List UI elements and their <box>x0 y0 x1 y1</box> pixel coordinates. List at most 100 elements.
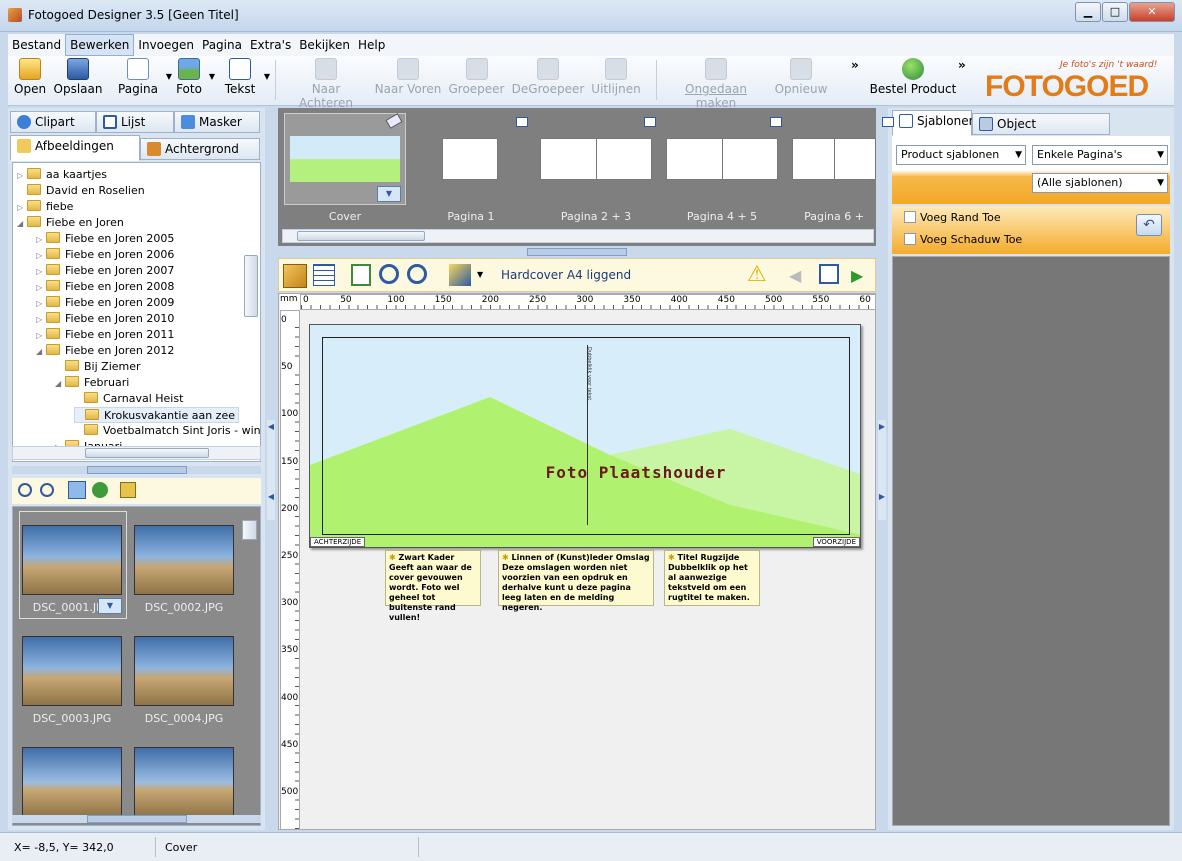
thumbs-splitter[interactable] <box>12 815 261 823</box>
magic-wand-icon[interactable] <box>449 264 471 286</box>
book-icon[interactable] <box>644 117 656 127</box>
photo-thumbnail[interactable] <box>134 747 234 817</box>
book-icon[interactable] <box>882 117 894 127</box>
dropdown-arrow-icon[interactable]: ▼ <box>166 72 172 81</box>
menu-bewerken[interactable]: Bewerken <box>65 34 135 56</box>
tab-background[interactable]: Achtergrond <box>140 138 260 160</box>
zoom-in-icon[interactable] <box>379 264 399 284</box>
expand-toggle-icon[interactable]: ◢ <box>55 376 65 392</box>
pages-splitter[interactable] <box>278 248 876 256</box>
photo-thumbnail[interactable] <box>22 747 122 817</box>
product-templates-select[interactable]: Product sjablonen ▼ <box>896 145 1026 165</box>
expand-toggle-icon[interactable]: ▷ <box>17 200 27 216</box>
tree-item[interactable]: ▷ Fiebe en Joren 2005 <box>36 231 174 247</box>
pages-hscroll[interactable] <box>282 229 874 243</box>
grid-icon[interactable] <box>313 264 335 286</box>
undo-button[interactable]: Ongedaan maken <box>664 58 768 110</box>
page-view-icon[interactable] <box>351 264 371 286</box>
cover-page-thumb[interactable]: ▼ <box>284 113 406 205</box>
expand-toggle-icon[interactable]: ▷ <box>36 264 46 280</box>
reset-icon[interactable]: ↶ <box>1136 214 1162 236</box>
menu-help[interactable]: Help <box>354 35 389 55</box>
menu-bestand[interactable]: Bestand <box>8 35 65 55</box>
open-button[interactable]: Open <box>14 58 46 96</box>
tree-item[interactable]: Carnaval Heist <box>74 391 183 407</box>
expand-toggle-icon[interactable]: ▷ <box>36 232 46 248</box>
expand-toggle-icon[interactable]: ▷ <box>36 296 46 312</box>
expand-toggle-icon[interactable]: ◢ <box>17 216 27 232</box>
zoom-in-icon[interactable] <box>18 483 32 497</box>
refresh-icon[interactable] <box>120 482 136 498</box>
chevron-down-icon[interactable]: ▼ <box>98 598 122 614</box>
tree-item[interactable]: ▷ fiebe <box>17 199 73 215</box>
dropdown-arrow-icon[interactable]: ▼ <box>264 72 270 81</box>
photo-thumbnail[interactable] <box>134 636 234 706</box>
menu-bekijken[interactable]: Bekijken <box>295 35 354 55</box>
tree-item[interactable]: ▷ Fiebe en Joren 2010 <box>36 311 174 327</box>
book-icon[interactable] <box>516 117 528 127</box>
tree-item[interactable]: ◢ Fiebe en Joren 2012 <box>36 343 174 359</box>
redo-button[interactable]: Opnieuw <box>774 58 828 96</box>
ungroup-button[interactable]: DeGroepeer <box>511 58 585 96</box>
photo-thumbnail[interactable] <box>22 636 122 706</box>
toolbar-overflow-icon[interactable]: » <box>851 58 859 72</box>
expand-toggle-icon[interactable]: ▷ <box>36 248 46 264</box>
left-splitter[interactable] <box>12 466 261 474</box>
warning-icon[interactable]: ⚠ <box>747 263 767 287</box>
spine-text[interactable]: Dubbelklik voor tekst <box>582 347 592 417</box>
save-button[interactable]: Opslaan <box>52 58 104 96</box>
tab-mask[interactable]: Masker <box>174 111 260 133</box>
photo-thumbnail[interactable] <box>134 525 234 595</box>
tab-list[interactable]: Lijst <box>96 111 174 133</box>
single-pages-select[interactable]: Enkele Pagina's ▼ <box>1032 145 1168 165</box>
collapse-left-arrow[interactable]: ◀ ◀ <box>267 420 275 520</box>
page-button[interactable]: Pagina ▼ <box>114 58 172 96</box>
thumbs-scrollbar-thumb[interactable] <box>242 520 257 540</box>
send-back-button[interactable]: Naar Achteren <box>284 58 368 110</box>
align-button[interactable]: Uitlijnen <box>591 58 641 96</box>
add-border-checkbox[interactable]: Voeg Rand Toe <box>904 211 1001 224</box>
tree-item[interactable]: ▷ aa kaartjes <box>17 167 107 183</box>
zoom-page-icon[interactable] <box>819 264 839 284</box>
minimize-button[interactable]: ▁ <box>1075 2 1101 22</box>
book-icon[interactable] <box>770 117 782 127</box>
tree-item[interactable]: ◢ Fiebe en Joren <box>17 215 124 231</box>
tree-item[interactable]: David en Roselien <box>17 183 145 199</box>
clock-icon[interactable] <box>92 482 108 498</box>
ruler-icon[interactable] <box>283 264 307 288</box>
text-button[interactable]: Tekst ▼ <box>222 58 270 96</box>
tree-item[interactable]: ▷ Fiebe en Joren 2009 <box>36 295 174 311</box>
arrow-right-icon[interactable]: ▶ <box>851 266 863 285</box>
expand-toggle-icon[interactable]: ◢ <box>36 344 46 360</box>
tab-templates[interactable]: Sjablonen <box>892 110 976 136</box>
tree-hscroll[interactable] <box>12 446 261 460</box>
cover-canvas[interactable]: Dubbelklik voor tekst Foto Plaatshouder … <box>309 324 861 548</box>
arrow-left-icon[interactable]: ◀ <box>789 266 801 285</box>
menu-extras[interactable]: Extra's <box>246 35 295 55</box>
menu-invoegen[interactable]: Invoegen <box>134 35 198 55</box>
close-button[interactable]: ✕ <box>1129 2 1175 22</box>
toolbar-overflow-icon[interactable]: » <box>958 58 966 72</box>
zoom-out-icon[interactable] <box>40 483 54 497</box>
tree-item[interactable]: ▷ Fiebe en Joren 2006 <box>36 247 174 263</box>
expand-toggle-icon[interactable]: ▷ <box>36 280 46 296</box>
tree-item[interactable]: ▷ Fiebe en Joren 2008 <box>36 279 174 295</box>
maximize-button[interactable]: □ <box>1102 2 1128 22</box>
tree-item[interactable]: ▷ Fiebe en Joren 2007 <box>36 263 174 279</box>
dropdown-arrow-icon[interactable]: ▼ <box>477 270 483 279</box>
photo-button[interactable]: Foto ▼ <box>173 58 215 96</box>
tree-item[interactable]: Voetbalmatch Sint Joris - win <box>74 423 260 439</box>
photo-thumbnail[interactable] <box>22 525 122 595</box>
zoom-out-icon[interactable] <box>407 264 427 284</box>
tree-item[interactable]: Krokusvakantie aan zee <box>74 407 239 423</box>
tab-object-properties[interactable]: Object eigenschappen <box>972 113 1110 151</box>
group-button[interactable]: Groepeer <box>448 58 505 96</box>
order-product-button[interactable]: Bestel Product <box>868 58 958 96</box>
add-shadow-checkbox[interactable]: Voeg Schaduw Toe <box>904 233 1022 246</box>
expand-toggle-icon[interactable]: ▷ <box>17 168 27 184</box>
checkbox-box[interactable] <box>904 211 916 223</box>
checkbox-box[interactable] <box>904 233 916 245</box>
expand-toggle-icon[interactable]: ▷ <box>36 328 46 344</box>
all-templates-select[interactable]: (Alle sjablonen) ▼ <box>1032 173 1168 193</box>
page-thumb[interactable] <box>442 138 498 180</box>
